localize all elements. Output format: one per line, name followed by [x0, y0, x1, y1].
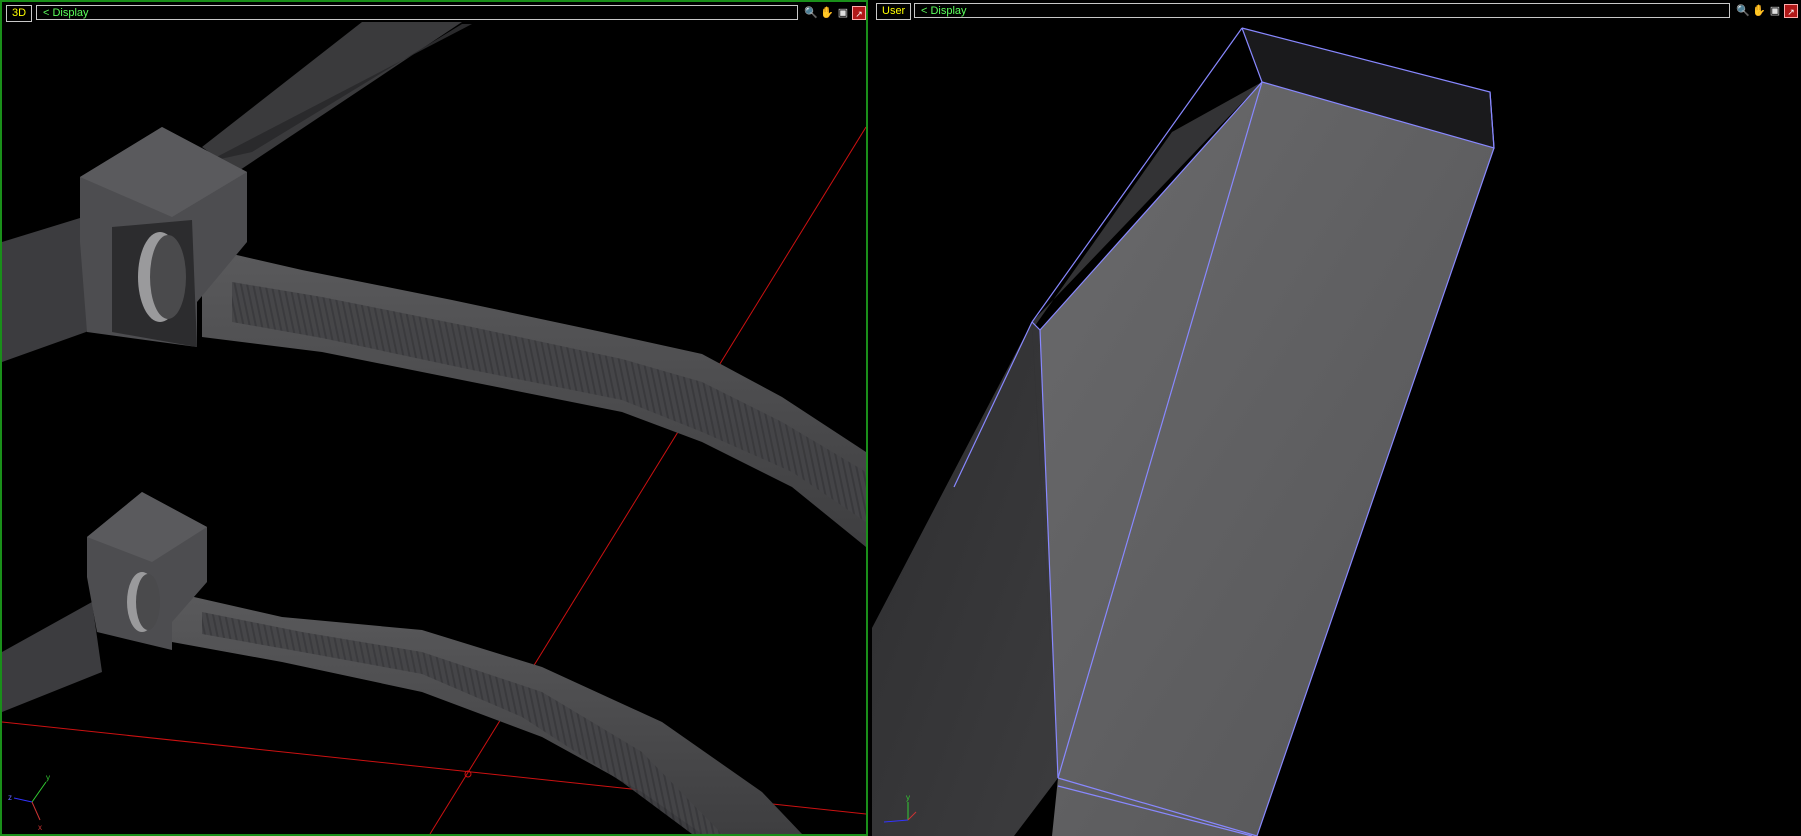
viewport-3d-display-menu[interactable]: < Display	[36, 5, 798, 20]
axis-z-label: z	[8, 793, 12, 802]
maximize-icon[interactable]: ↗	[1784, 4, 1798, 18]
box-front-face	[1040, 82, 1494, 836]
axis-triad: y z x	[8, 773, 50, 832]
axis-y-label: y	[46, 773, 50, 782]
scene-user-canvas[interactable]: y	[872, 0, 1801, 836]
viewport-3d[interactable]: y z x 3D < Display 🔍 ✋ ▣ ↗	[0, 0, 868, 836]
box-side-face-dark	[872, 322, 1058, 836]
viewport-3d-toolbar: 🔍 ✋ ▣ ↗	[804, 6, 866, 21]
rail-lower-left	[2, 602, 102, 712]
viewport-3d-header: 3D < Display 🔍 ✋ ▣ ↗	[4, 5, 866, 22]
pan-hand-icon[interactable]: ✋	[1752, 4, 1766, 18]
viewport-user[interactable]: y User < Display 🔍 ✋ ▣ ↗	[872, 0, 1801, 836]
scene-3d-canvas[interactable]: y z x	[2, 2, 866, 834]
axis-y-label: y	[906, 793, 910, 802]
camera-icon[interactable]: ▣	[836, 6, 850, 20]
zoom-icon[interactable]: 🔍	[804, 6, 818, 20]
viewport-user-header: User < Display 🔍 ✋ ▣ ↗	[874, 3, 1799, 20]
camera-icon[interactable]: ▣	[1768, 4, 1782, 18]
pan-hand-icon[interactable]: ✋	[820, 6, 834, 20]
zoom-icon[interactable]: 🔍	[1736, 4, 1750, 18]
maximize-icon[interactable]: ↗	[852, 6, 866, 20]
viewport-user-label[interactable]: User	[876, 3, 912, 20]
axis-x-label: x	[38, 823, 42, 832]
rail-upper-beam	[202, 247, 866, 547]
viewport-user-toolbar: 🔍 ✋ ▣ ↗	[1736, 4, 1798, 19]
viewport-3d-label[interactable]: 3D	[6, 5, 33, 22]
viewport-user-display-menu[interactable]: < Display	[914, 3, 1730, 18]
